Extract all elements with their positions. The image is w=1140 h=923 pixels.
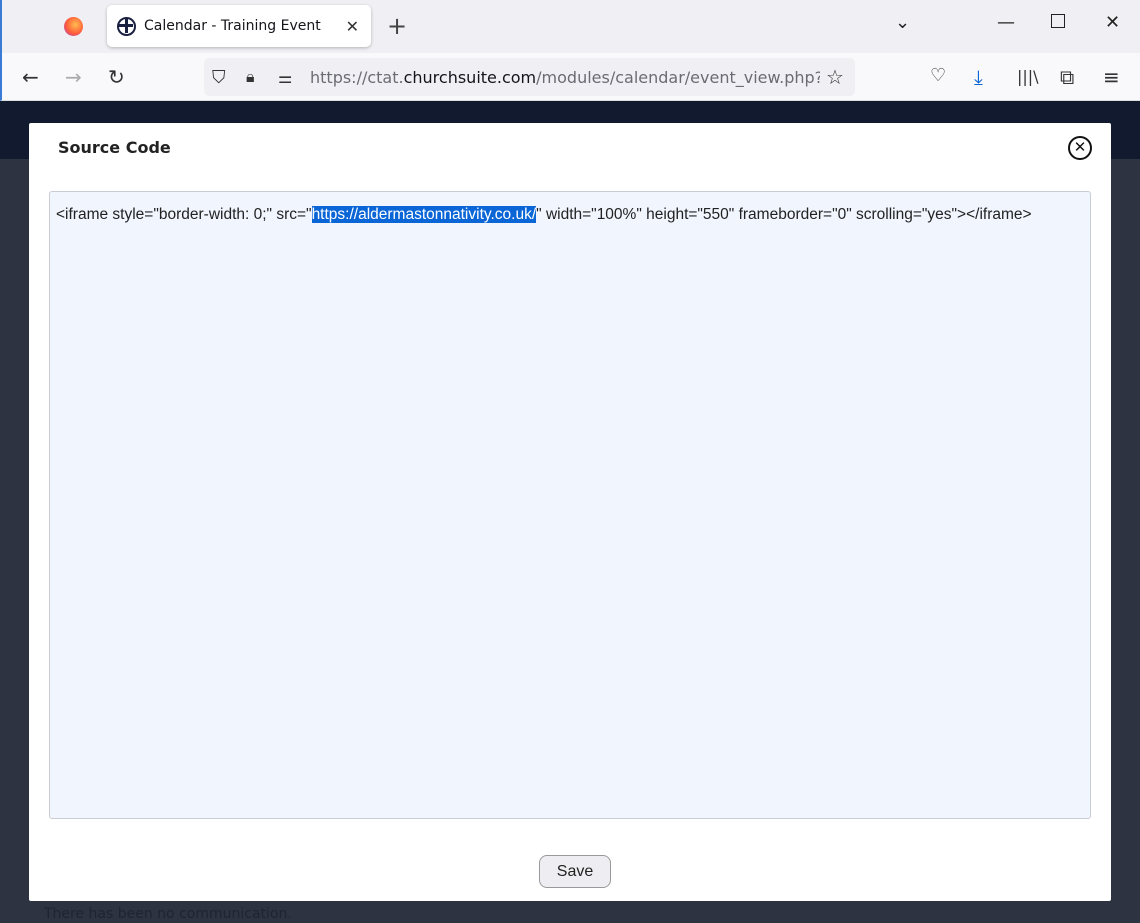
close-window-icon[interactable]: ✕	[1105, 12, 1120, 33]
download-icon[interactable]: ⤓	[974, 65, 983, 89]
firefox-icon[interactable]	[64, 17, 83, 36]
url-domain: churchsuite.com	[403, 67, 537, 87]
tab-list-icon[interactable]: ⌄	[895, 12, 910, 33]
url-bar[interactable]: ⛉ 🔒︎ ⚌ https://ctat.churchsuite.com/modu…	[204, 58, 855, 96]
forward-icon[interactable]: →	[65, 65, 82, 89]
url-path: /modules/calendar/event_view.php?id=19	[536, 67, 820, 87]
url-text[interactable]: https://ctat.churchsuite.com/modules/cal…	[310, 68, 820, 87]
menu-icon[interactable]: ≡	[1103, 65, 1120, 89]
tab-bar: Calendar - Training Event ✕ + ⌄ — ✕	[0, 0, 1140, 53]
reload-icon[interactable]: ↻	[108, 65, 125, 89]
close-tab-icon[interactable]: ✕	[346, 17, 359, 36]
minimize-icon[interactable]: —	[997, 12, 1015, 33]
code-text-rest: " width="100%" height="550" frameborder=…	[536, 206, 1032, 223]
tab-title: Calendar - Training Event	[144, 18, 321, 34]
close-dialog-icon[interactable]: ✕	[1068, 136, 1092, 160]
shield-icon[interactable]: ⛉	[212, 67, 226, 88]
extensions-icon[interactable]: ⧉	[1060, 65, 1074, 89]
save-button[interactable]: Save	[539, 855, 611, 888]
dialog-title: Source Code	[58, 138, 171, 157]
bookmark-star-icon[interactable]: ☆	[826, 65, 844, 89]
back-icon[interactable]: ←	[22, 65, 39, 89]
new-tab-icon[interactable]: +	[387, 12, 407, 40]
url-prefix: https://ctat.	[310, 67, 404, 87]
lock-icon[interactable]: 🔒︎	[246, 67, 255, 87]
code-text: <iframe style="border-width: 0;" src="	[56, 206, 312, 223]
permissions-icon[interactable]: ⚌	[278, 68, 292, 87]
source-code-dialog: Source Code ✕ <iframe style="border-widt…	[29, 123, 1111, 901]
selected-code-text: https://aldermastonnativity.co.uk/	[311, 206, 537, 223]
maximize-icon[interactable]	[1051, 14, 1065, 28]
pocket-icon[interactable]: ♡	[930, 65, 946, 86]
background-text: There has been no communication.	[44, 906, 292, 922]
nav-bar: ← → ↻ ⛉ 🔒︎ ⚌ https://ctat.churchsuite.co…	[0, 53, 1140, 101]
library-icon[interactable]: |||\	[1017, 67, 1039, 86]
tab-calendar[interactable]: Calendar - Training Event ✕	[107, 5, 371, 47]
source-code-textarea[interactable]: <iframe style="border-width: 0;" src="ht…	[49, 191, 1091, 819]
churchsuite-icon	[117, 16, 136, 36]
